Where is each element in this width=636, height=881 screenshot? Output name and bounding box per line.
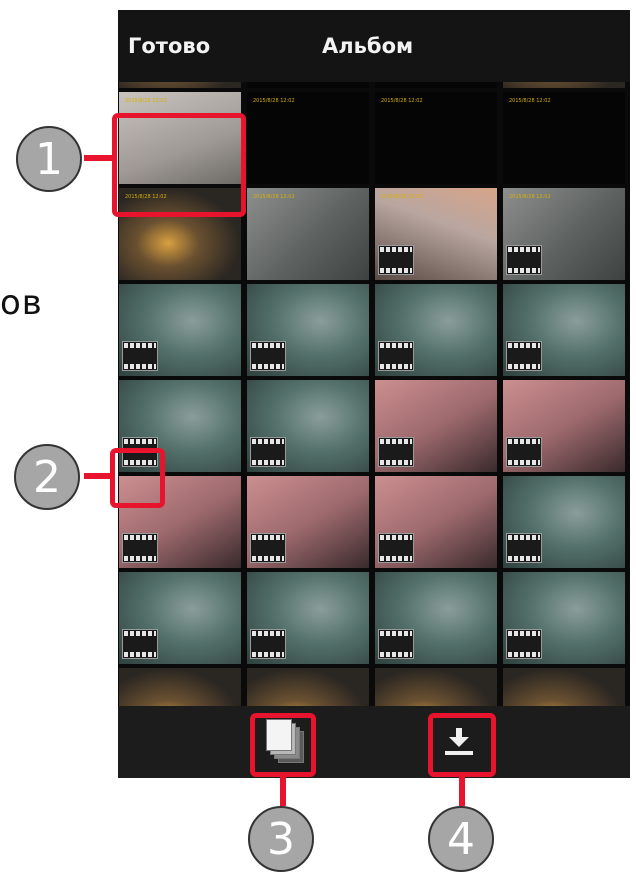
film-strip-icon [122, 533, 158, 563]
video-thumbnail[interactable] [375, 380, 497, 472]
film-strip-icon [250, 341, 286, 371]
callout-box-video-badge [110, 448, 165, 508]
film-strip-icon [122, 341, 158, 371]
timestamp-stamp: 2015/8/28 12:02 [381, 194, 423, 200]
leader-line [459, 776, 465, 806]
callout-box-download [428, 713, 496, 777]
video-thumbnail[interactable] [503, 284, 625, 376]
photo-thumbnail[interactable] [503, 82, 625, 88]
photo-thumbnail[interactable]: 2015/8/28 12:02 [247, 92, 369, 184]
film-strip-icon [378, 533, 414, 563]
timestamp-stamp: 2015/8/28 12:02 [509, 194, 551, 200]
timestamp-stamp: 2015/8/28 12:02 [253, 98, 295, 104]
video-thumbnail[interactable] [247, 476, 369, 568]
leader-line [84, 473, 112, 479]
marker-2: 2 [14, 444, 80, 510]
photo-thumbnail[interactable] [247, 668, 369, 706]
leader-line [84, 155, 114, 161]
marker-3: 3 [248, 806, 314, 872]
marker-1: 1 [16, 126, 82, 192]
bottom-toolbar [118, 706, 630, 778]
video-thumbnail[interactable] [503, 476, 625, 568]
callout-box-select [250, 713, 316, 777]
film-strip-icon [378, 629, 414, 659]
photo-thumbnail[interactable]: 2015/8/28 12:02 [247, 188, 369, 280]
timestamp-stamp: 2015/8/28 12:02 [381, 98, 423, 104]
video-thumbnail[interactable] [247, 284, 369, 376]
marker-4: 4 [428, 806, 494, 872]
video-thumbnail[interactable] [375, 284, 497, 376]
photo-thumbnail[interactable] [375, 668, 497, 706]
photo-thumbnail[interactable] [503, 668, 625, 706]
photo-thumbnail[interactable]: 2015/8/28 12:02 [375, 92, 497, 184]
video-thumbnail[interactable] [503, 380, 625, 472]
album-title: Альбом [322, 34, 414, 58]
video-thumbnail[interactable] [119, 284, 241, 376]
film-strip-icon [250, 437, 286, 467]
photo-thumbnail[interactable] [119, 668, 241, 706]
timestamp-stamp: 2015/8/28 12:02 [253, 194, 295, 200]
video-thumbnail[interactable] [247, 380, 369, 472]
timestamp-stamp: 2015/8/28 12:02 [509, 98, 551, 104]
video-thumbnail[interactable] [375, 476, 497, 568]
timestamp-stamp: 2015/8/28 12:02 [125, 98, 167, 104]
film-strip-icon [250, 629, 286, 659]
video-thumbnail[interactable]: 2015/8/28 12:02 [503, 188, 625, 280]
film-strip-icon [378, 245, 414, 275]
video-thumbnail[interactable]: 2015/8/28 12:02 [375, 188, 497, 280]
film-strip-icon [250, 533, 286, 563]
video-thumbnail[interactable] [119, 572, 241, 664]
leader-line [280, 776, 286, 806]
film-strip-icon [506, 437, 542, 467]
done-button[interactable]: Готово [128, 34, 210, 58]
video-thumbnail[interactable] [247, 572, 369, 664]
callout-box-thumbnail [112, 113, 246, 217]
photo-thumbnail[interactable] [119, 82, 241, 88]
film-strip-icon [506, 245, 542, 275]
background-text-fragment: ов [0, 283, 43, 323]
film-strip-icon [378, 341, 414, 371]
film-strip-icon [506, 341, 542, 371]
top-bar: Готово Альбом [118, 10, 630, 82]
photo-thumbnail[interactable] [247, 82, 369, 88]
film-strip-icon [506, 629, 542, 659]
photo-thumbnail[interactable]: 2015/8/28 12:02 [503, 92, 625, 184]
film-strip-icon [506, 533, 542, 563]
video-thumbnail[interactable] [503, 572, 625, 664]
photo-thumbnail[interactable] [375, 82, 497, 88]
film-strip-icon [378, 437, 414, 467]
film-strip-icon [122, 629, 158, 659]
video-thumbnail[interactable] [375, 572, 497, 664]
